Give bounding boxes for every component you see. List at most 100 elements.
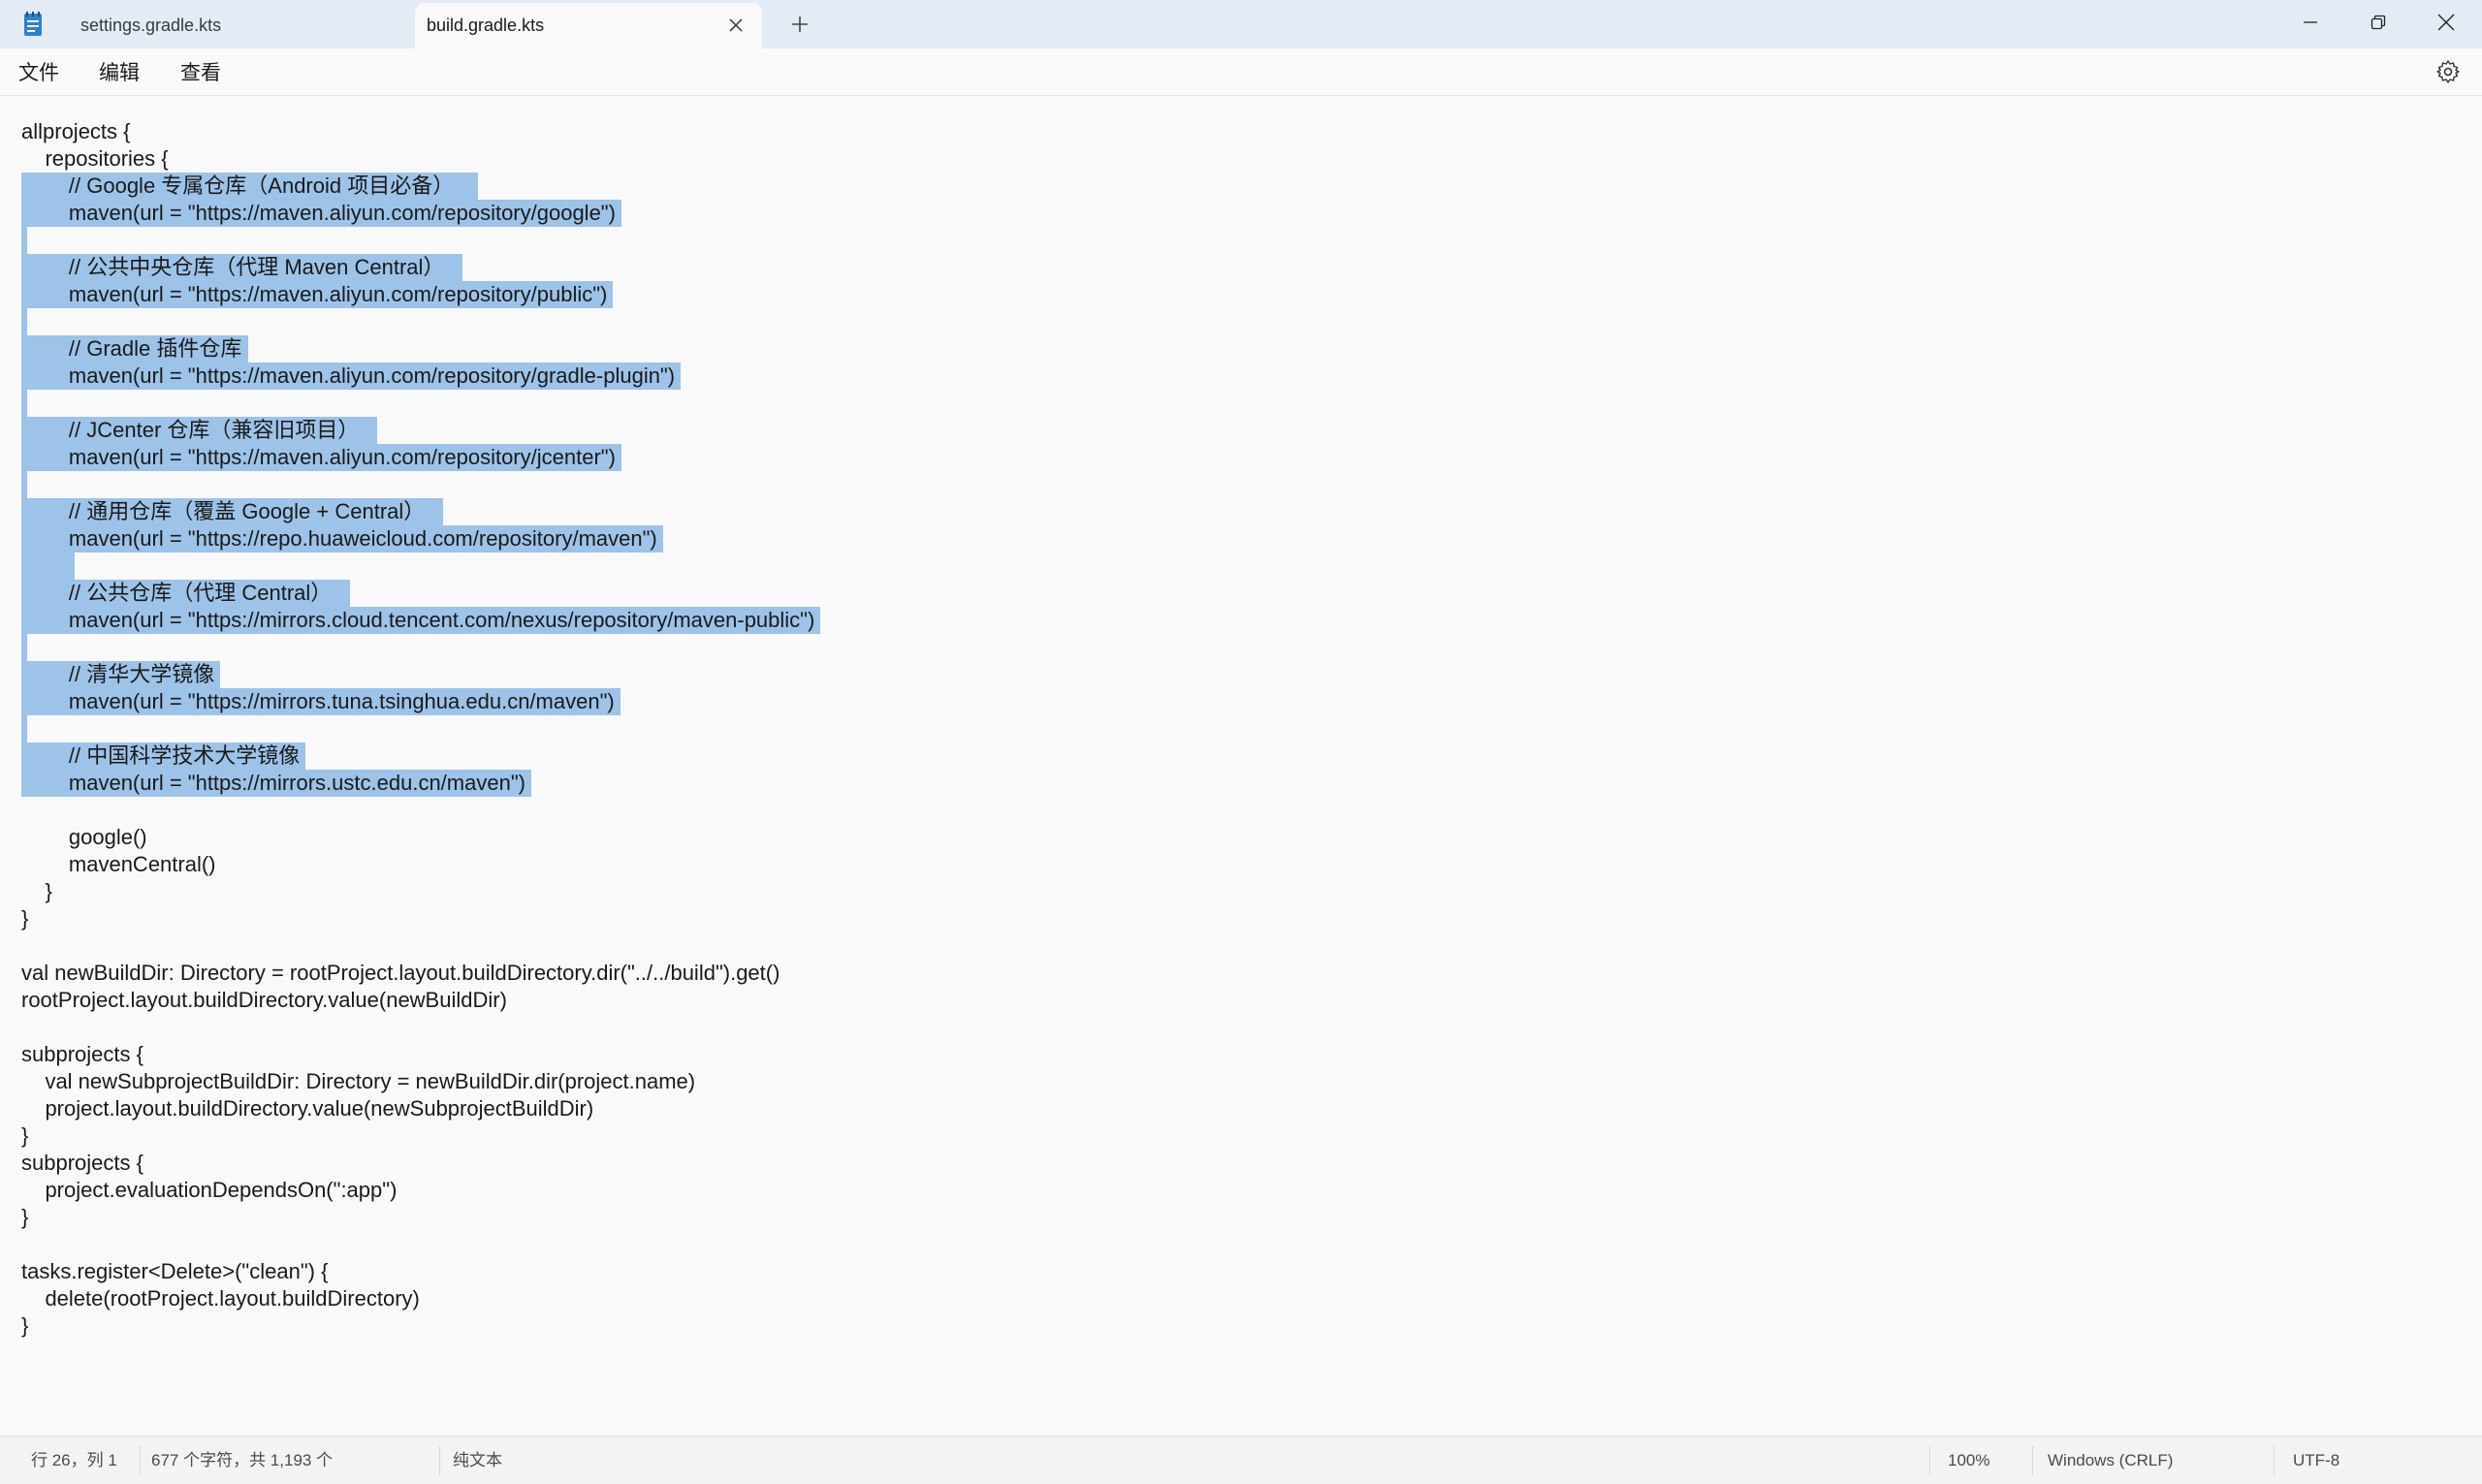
selection-padding [332, 580, 350, 607]
selection-padding [241, 335, 248, 363]
text-editor[interactable]: allprojects { repositories { // Google 专… [0, 96, 2482, 1436]
code-line [21, 227, 820, 254]
code-line: maven(url = "https://repo.huaweicloud.co… [21, 525, 820, 553]
code-line: delete(rootProject.layout.buildDirectory… [21, 1285, 820, 1312]
selected-text: maven(url = "https://maven.aliyun.com/re… [21, 200, 616, 227]
code-line: allprojects { [21, 118, 820, 145]
code-text: project.layout.buildDirectory.value(newS… [21, 1096, 594, 1121]
status-divider [1929, 1446, 1930, 1475]
code-line: // Google 专属仓库（Android 项目必备） [21, 173, 820, 200]
menu-bar: 文件 编辑 查看 [0, 48, 2482, 96]
code-text: allprojects { [21, 119, 131, 143]
selected-text: maven(url = "https://mirrors.ustc.edu.cn… [21, 770, 525, 797]
restore-button[interactable] [2344, 0, 2412, 45]
code-content[interactable]: allprojects { repositories { // Google 专… [21, 118, 821, 1340]
code-line: // 清华大学镜像 [21, 661, 820, 688]
code-line: maven(url = "https://mirrors.tuna.tsingh… [21, 688, 820, 715]
code-line: // 公共仓库（代理 Central） [21, 580, 820, 607]
selected-text: maven(url = "https://mirrors.cloud.tence… [21, 607, 815, 634]
code-line [21, 715, 820, 742]
code-text: } [21, 1205, 29, 1229]
selection-padding [300, 742, 306, 770]
notepad-icon [24, 12, 42, 36]
selected-text: // JCenter 仓库（兼容旧项目） [21, 417, 360, 444]
selection-padding [425, 498, 443, 525]
code-line: } [21, 878, 820, 905]
code-line: // 通用仓库（覆盖 Google + Central） [21, 498, 820, 525]
code-line: val newSubprojectBuildDir: Directory = n… [21, 1068, 820, 1095]
code-line: google() [21, 824, 820, 851]
selection-padding [614, 688, 620, 715]
status-divider [439, 1446, 440, 1475]
code-line [21, 471, 820, 498]
selection-padding [21, 227, 28, 254]
menu-file[interactable]: 文件 [18, 58, 59, 85]
code-line: rootProject.layout.buildDirectory.value(… [21, 987, 820, 1014]
selected-text: // 中国科学技术大学镜像 [21, 742, 301, 770]
selection-padding [444, 254, 462, 281]
plus-icon [792, 16, 808, 32]
code-text: repositories { [21, 146, 169, 171]
selected-text [21, 553, 69, 580]
selection-padding [675, 363, 682, 390]
code-text: } [21, 879, 52, 903]
selection-padding [21, 715, 28, 742]
status-divider [140, 1446, 141, 1475]
new-tab-button[interactable] [783, 8, 816, 41]
code-text: tasks.register<Delete>("clean") { [21, 1259, 329, 1283]
selected-text: // 通用仓库（覆盖 Google + Central） [21, 498, 426, 525]
code-line: project.layout.buildDirectory.value(newS… [21, 1095, 820, 1122]
code-line [21, 390, 820, 417]
close-tab-icon[interactable] [725, 15, 747, 36]
selected-text: // Gradle 插件仓库 [21, 335, 242, 363]
code-line [21, 308, 820, 335]
selection-padding [615, 444, 622, 471]
code-text: delete(rootProject.layout.buildDirectory… [21, 1286, 420, 1310]
selected-text: maven(url = "https://maven.aliyun.com/re… [21, 444, 616, 471]
restore-icon [2371, 15, 2386, 30]
close-window-button[interactable] [2412, 0, 2480, 45]
minimize-button[interactable] [2276, 0, 2344, 45]
text-format: 纯文本 [453, 1451, 502, 1469]
code-line [21, 553, 820, 580]
zoom-level[interactable]: 100% [1948, 1450, 1989, 1471]
code-line [21, 634, 820, 661]
selection-padding [21, 390, 28, 417]
title-bar: settings.gradle.kts build.gradle.kts [0, 0, 2482, 48]
tab-build-gradle[interactable]: build.gradle.kts [415, 3, 762, 48]
selected-text: maven(url = "https://maven.aliyun.com/re… [21, 281, 608, 308]
code-line: // 公共中央仓库（代理 Maven Central） [21, 254, 820, 281]
encoding[interactable]: UTF-8 [2293, 1450, 2339, 1471]
gear-icon[interactable] [2435, 59, 2461, 84]
selection-padding [814, 607, 821, 634]
code-text: project.evaluationDependsOn(":app") [21, 1178, 398, 1202]
selected-text: // Google 专属仓库（Android 项目必备） [21, 173, 455, 200]
status-bar: 行 26，列 1 677 个字符，共 1,193 个 纯文本 100% Wind… [0, 1436, 2482, 1484]
code-line: mavenCentral() [21, 851, 820, 878]
code-line: repositories { [21, 145, 820, 173]
selection-padding [525, 770, 532, 797]
selection-padding [68, 553, 76, 580]
code-text: } [21, 1123, 29, 1148]
code-line: subprojects { [21, 1150, 820, 1177]
code-line: maven(url = "https://maven.aliyun.com/re… [21, 200, 820, 227]
selection-padding [454, 173, 478, 200]
tab-label: build.gradle.kts [427, 16, 545, 35]
code-line: maven(url = "https://mirrors.ustc.edu.cn… [21, 770, 820, 797]
selection-padding [607, 281, 614, 308]
menu-view[interactable]: 查看 [180, 58, 221, 85]
tab-settings-gradle[interactable]: settings.gradle.kts [56, 3, 413, 48]
code-text: rootProject.layout.buildDirectory.value(… [21, 988, 507, 1012]
selection-padding [359, 417, 377, 444]
code-line: project.evaluationDependsOn(":app") [21, 1177, 820, 1204]
code-line: // JCenter 仓库（兼容旧项目） [21, 417, 820, 444]
code-line: subprojects { [21, 1041, 820, 1068]
code-line: maven(url = "https://mirrors.cloud.tence… [21, 607, 821, 634]
code-text: } [21, 906, 29, 931]
close-icon [729, 18, 743, 32]
line-ending[interactable]: Windows (CRLF) [2048, 1450, 2173, 1471]
menu-edit[interactable]: 编辑 [99, 58, 140, 85]
code-line: val newBuildDir: Directory = rootProject… [21, 960, 820, 987]
code-line: tasks.register<Delete>("clean") { [21, 1258, 820, 1285]
